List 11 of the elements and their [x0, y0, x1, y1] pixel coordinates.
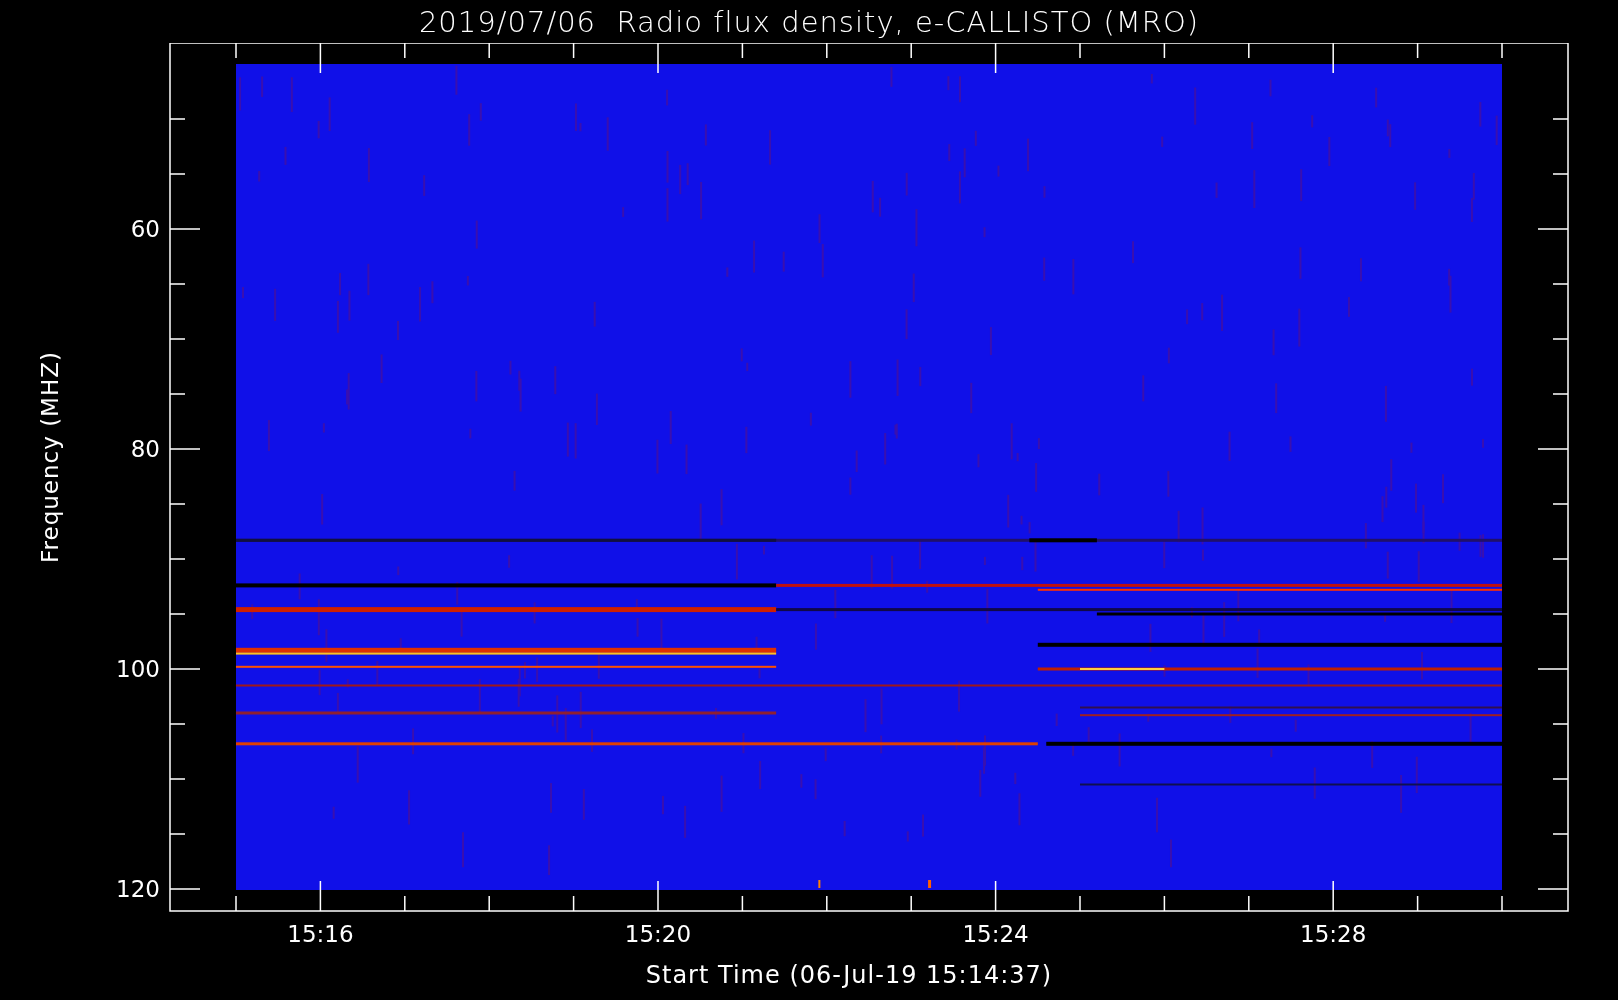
plot-title: 2019/07/06 Radio flux density, e-CALLISTO (MRO) — [417, 3, 1201, 41]
y-tick-label: 100 — [116, 656, 160, 682]
x-tick-label: 15:24 — [962, 921, 1029, 947]
y-tick-label: 60 — [130, 216, 160, 242]
x-tick-label: 15:16 — [287, 921, 354, 947]
x-axis-label: Start Time (06-Jul-19 15:14:37) — [645, 961, 1053, 989]
x-tick-label: 15:20 — [624, 921, 692, 947]
y-axis-label: Frequency (MHZ) — [37, 350, 63, 563]
y-tick-label: 120 — [116, 876, 160, 902]
y-tick-label: 80 — [130, 436, 160, 462]
x-tick-label: 15:28 — [1300, 921, 1367, 947]
